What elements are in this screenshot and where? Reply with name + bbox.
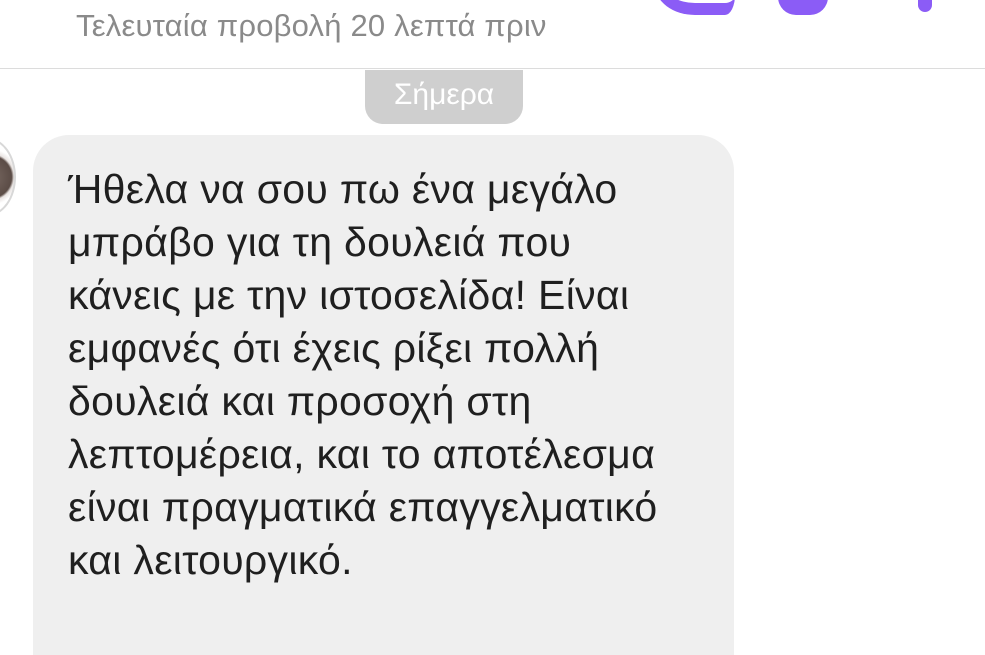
more-options-icon[interactable] (918, 0, 932, 12)
header-divider (0, 68, 985, 69)
video-call-icon[interactable] (655, 0, 735, 15)
call-icon[interactable] (778, 0, 828, 15)
last-seen-status: Τελευταία προβολή 20 λεπτά πριν (76, 8, 547, 43)
date-separator: Σήμερα (365, 70, 523, 124)
contact-avatar[interactable] (0, 138, 16, 216)
message-bubble[interactable]: Ήθελα να σου πω ένα μεγάλο μπράβο για τη… (33, 135, 734, 655)
message-text: Ήθελα να σου πω ένα μεγάλο μπράβο για τη… (68, 166, 658, 583)
